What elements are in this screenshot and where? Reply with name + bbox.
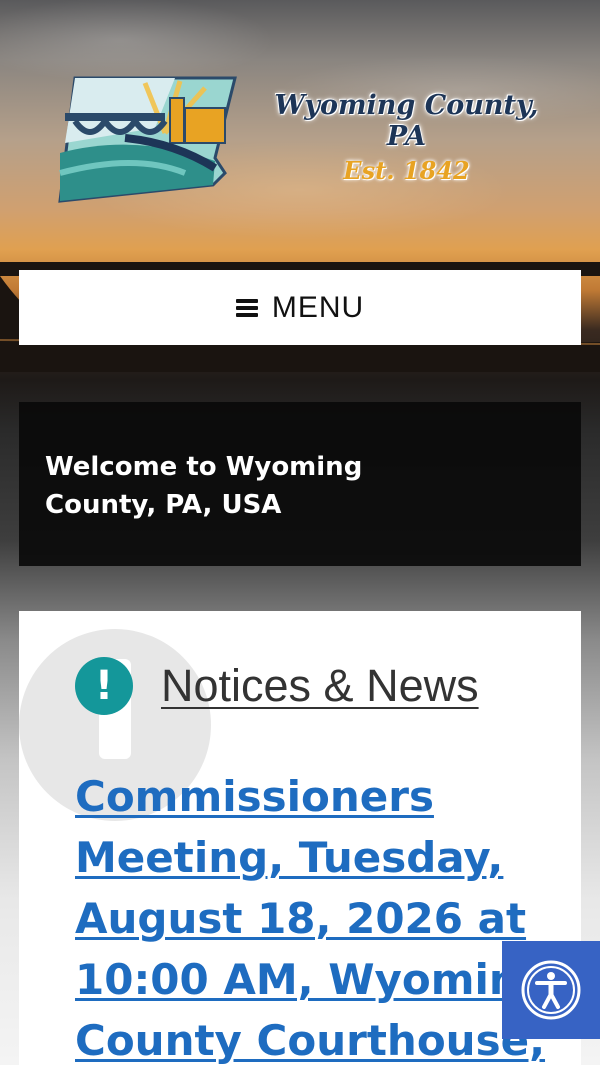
welcome-banner: Welcome to Wyoming County, PA, USA [19,402,581,566]
hamburger-icon [235,298,258,317]
county-logo[interactable]: Wyoming County, PA Est. 1842 [55,70,555,205]
logo-title: Wyoming County, PA [274,90,539,152]
exclamation-icon: ! [75,657,133,715]
accessibility-button[interactable] [502,941,600,1039]
accessibility-icon [521,960,581,1020]
menu-label: MENU [271,290,365,324]
news-item-link[interactable]: Commissioners Meeting, Tuesday, August 1… [75,766,555,1065]
welcome-text: Welcome to Wyoming County, PA, USA [45,452,363,520]
county-emblem-icon [58,76,237,203]
menu-button[interactable]: MENU [19,270,581,345]
notices-header: ! Notices & News [75,657,479,715]
notices-card: ! Notices & News Commissioners Meeting, … [19,611,581,1065]
notices-title-link[interactable]: Notices & News [161,660,479,712]
logo-established: Est. 1842 [343,156,470,185]
